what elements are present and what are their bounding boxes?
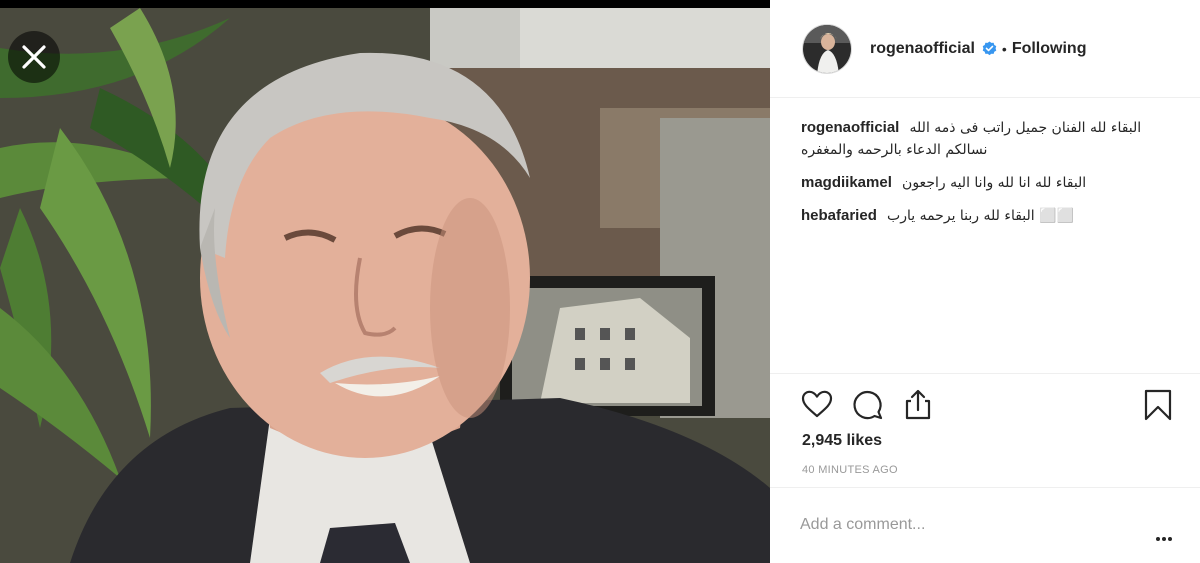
- post-username[interactable]: rogenaofficial: [870, 40, 975, 58]
- avatar[interactable]: [802, 23, 852, 74]
- more-options-icon: [1156, 537, 1160, 541]
- post-side-panel: rogenaofficial • Following rogenaofficia…: [770, 0, 1200, 563]
- comment-username[interactable]: magdiikamel: [801, 174, 892, 191]
- close-button[interactable]: [8, 31, 60, 83]
- comment-item: rogenaofficial البقاء لله الفنان جميل را…: [801, 117, 1181, 161]
- post-timestamp[interactable]: 40 MINUTES AGO: [802, 464, 898, 476]
- top-bar: [0, 0, 770, 8]
- post-photo: [0, 8, 770, 563]
- close-icon: [22, 45, 46, 69]
- separator-dot: •: [1001, 40, 1007, 57]
- comment-text: البقاء لله انا لله وانا اليه راجعون: [902, 175, 1087, 191]
- bookmark-icon: [1144, 389, 1172, 421]
- post-header: rogenaofficial • Following: [770, 0, 1200, 98]
- more-options-button[interactable]: [1156, 528, 1180, 542]
- verified-badge-icon: [982, 41, 997, 56]
- comment-list: rogenaofficial البقاء لله الفنان جميل را…: [801, 117, 1181, 238]
- comment-username[interactable]: rogenaofficial: [801, 119, 899, 136]
- comment-item: magdiikamel البقاء لله انا لله وانا اليه…: [801, 172, 1181, 194]
- comment-item: hebafaried البقاء لله ربنا يرحمه يارب ⬜⬜: [801, 205, 1181, 227]
- heart-icon: [801, 390, 833, 418]
- share-icon: [905, 389, 931, 420]
- comment-button[interactable]: [851, 388, 885, 422]
- photo-image: [0, 8, 770, 563]
- action-icons: [800, 388, 1180, 422]
- comment-text: البقاء لله ربنا يرحمه يارب ⬜⬜: [887, 208, 1075, 224]
- like-button[interactable]: [800, 388, 834, 422]
- share-button[interactable]: [901, 388, 935, 422]
- save-button[interactable]: [1141, 388, 1175, 422]
- following-button[interactable]: Following: [1012, 40, 1087, 58]
- post-actions: 2,945 likes 40 MINUTES AGO: [770, 373, 1200, 476]
- likes-count[interactable]: 2,945 likes: [802, 432, 882, 450]
- comment-composer: [770, 487, 1200, 563]
- comment-input[interactable]: [800, 510, 1130, 540]
- comment-username[interactable]: hebafaried: [801, 207, 877, 224]
- comment-bubble-icon: [853, 391, 883, 420]
